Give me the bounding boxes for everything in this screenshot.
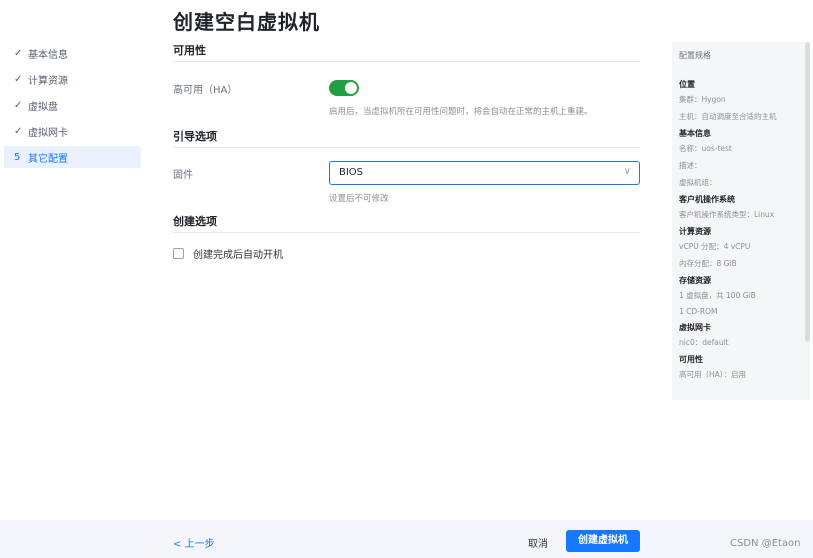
- step-label: 虚拟网卡: [28, 127, 68, 139]
- step-label: 虚拟盘: [28, 101, 58, 113]
- spec-heading: 可用性: [679, 355, 703, 364]
- spec-panel-title: 配置规格: [679, 51, 711, 60]
- spec-line: 客户机操作系统类型：Linux: [679, 210, 775, 219]
- spec-heading: 存储资源: [679, 276, 711, 285]
- chevron-down-icon: ∨: [623, 166, 631, 177]
- firmware-hint: 设置后不可修改: [329, 194, 389, 204]
- spec-line: vCPU 分配：4 vCPU: [679, 242, 751, 251]
- wizard-steps: ✓ 基本信息 ✓ 计算资源 ✓ 虚拟盘 ✓ 虚拟网卡 5 其它配置: [4, 42, 141, 172]
- step-compute[interactable]: ✓ 计算资源: [4, 68, 141, 90]
- autostart-label[interactable]: 创建完成后自动开机: [193, 246, 283, 261]
- prev-step-button[interactable]: < 上一步: [173, 535, 215, 550]
- spec-panel: 配置规格 位置 集群：Hygon 主机：自动调度至合适的主机 基本信息 名称：u…: [672, 42, 810, 400]
- step-label: 基本信息: [28, 49, 68, 61]
- check-icon: ✓: [14, 47, 23, 59]
- spec-line: 内存分配：8 GiB: [679, 259, 737, 268]
- ha-toggle[interactable]: [329, 80, 359, 96]
- step-label: 计算资源: [28, 75, 68, 87]
- spec-heading: 客户机操作系统: [679, 195, 735, 204]
- ha-label: 高可用（HA）: [173, 85, 238, 96]
- section-availability-title: 可用性: [173, 40, 640, 62]
- spec-line: nic0：default: [679, 338, 729, 347]
- spec-heading: 基本信息: [679, 129, 711, 138]
- step-label: 其它配置: [28, 153, 68, 165]
- firmware-value: BIOS: [339, 167, 364, 178]
- spec-scrollbar[interactable]: [805, 42, 810, 342]
- spec-line: 描述：: [679, 161, 702, 170]
- spec-line: 主机：自动调度至合适的主机: [679, 112, 777, 121]
- spec-heading: 位置: [679, 80, 695, 89]
- spec-line: 集群：Hygon: [679, 95, 726, 104]
- step-other-config[interactable]: 5 其它配置: [4, 146, 141, 168]
- firmware-label: 固件: [173, 170, 193, 181]
- page-title: 创建空白虚拟机: [173, 10, 320, 34]
- watermark: CSDN @Etaon: [730, 538, 801, 549]
- spec-line: 名称：uos-test: [679, 144, 732, 153]
- spec-heading: 虚拟网卡: [679, 323, 711, 332]
- spec-line: 1 CD-ROM: [679, 307, 718, 316]
- spec-line: 1 虚拟盘，共 100 GiB: [679, 291, 756, 300]
- step-vnic[interactable]: ✓ 虚拟网卡: [4, 120, 141, 142]
- spec-heading: 计算资源: [679, 227, 711, 236]
- step-basic-info[interactable]: ✓ 基本信息: [4, 42, 141, 64]
- cancel-button[interactable]: 取消: [528, 535, 548, 550]
- check-icon: ✓: [14, 73, 23, 85]
- step-number: 5: [14, 151, 21, 163]
- firmware-select[interactable]: BIOS ∨: [329, 161, 640, 185]
- spec-line: 虚拟机组：: [679, 178, 717, 187]
- footer-bar: < 上一步 取消 创建虚拟机 CSDN @Etaon: [0, 520, 813, 558]
- toggle-knob: [345, 82, 357, 94]
- section-create-title: 创建选项: [173, 211, 640, 233]
- autostart-checkbox[interactable]: [173, 248, 184, 259]
- section-boot-title: 引导选项: [173, 126, 640, 148]
- ha-hint: 启用后，当虚拟机所在可用性问题时，将会自动在正常的主机上重建。: [329, 107, 593, 117]
- step-vdisk[interactable]: ✓ 虚拟盘: [4, 94, 141, 116]
- check-icon: ✓: [14, 125, 23, 137]
- create-vm-button[interactable]: 创建虚拟机: [566, 530, 640, 552]
- spec-line: 高可用（HA）：启用: [679, 370, 747, 379]
- check-icon: ✓: [14, 99, 23, 111]
